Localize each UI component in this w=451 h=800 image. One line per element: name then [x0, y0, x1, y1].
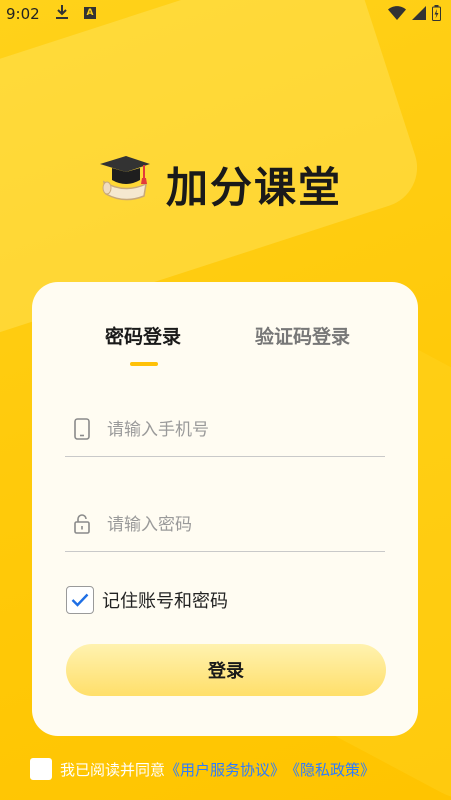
check-icon: [71, 593, 89, 607]
lock-icon: [74, 514, 90, 534]
password-field: [65, 501, 385, 552]
agreement-text: 我已阅读并同意: [60, 760, 166, 779]
remember-label: 记住账号和密码: [102, 591, 228, 612]
notification-a-icon: A: [84, 7, 96, 19]
wifi-icon: [388, 6, 406, 20]
phone-icon: [74, 418, 90, 440]
login-card: 密码登录 验证码登录 记住账号和密码 登录: [32, 282, 418, 736]
tab-code-login[interactable]: 验证码登录: [255, 322, 350, 349]
phone-input[interactable]: [105, 414, 379, 446]
active-tab-indicator: [130, 362, 158, 366]
signal-icon: [412, 6, 426, 20]
privacy-policy-link[interactable]: 《隐私政策》: [285, 759, 375, 780]
graduation-cap-icon: [100, 156, 150, 201]
login-button[interactable]: 登录: [66, 644, 386, 696]
download-icon: [55, 4, 69, 24]
status-indicators: [388, 5, 441, 21]
status-bar: 9:02 A: [0, 0, 451, 28]
remember-checkbox[interactable]: [66, 586, 94, 614]
password-input[interactable]: [105, 509, 379, 541]
app-name: 加分课堂: [166, 163, 343, 212]
agreement-row: 我已阅读并同意 《用户服务协议》 《隐私政策》: [30, 758, 375, 780]
user-agreement-link[interactable]: 《用户服务协议》: [165, 759, 285, 780]
status-time: 9:02: [6, 5, 40, 23]
tab-password-login[interactable]: 密码登录: [105, 322, 181, 349]
phone-field: [65, 406, 385, 457]
remember-option: 记住账号和密码: [66, 586, 228, 614]
agreement-checkbox[interactable]: [30, 758, 52, 780]
app-logo: 加分课堂: [94, 150, 364, 212]
battery-icon: [432, 5, 441, 21]
